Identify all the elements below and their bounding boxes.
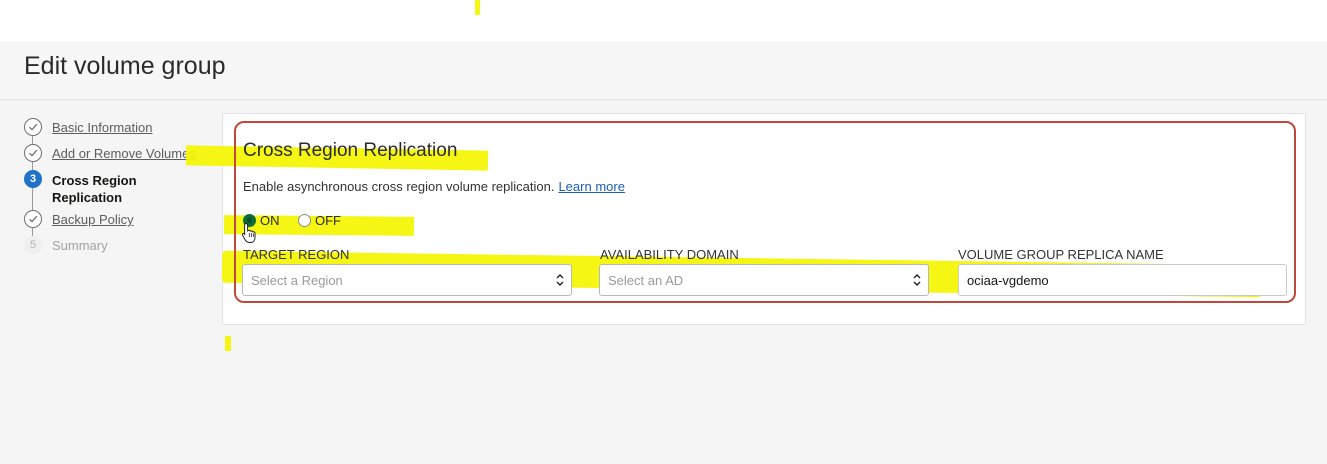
step-label: Summary <box>52 238 108 253</box>
step-number-badge: 3 <box>24 170 42 188</box>
page-title: Edit volume group <box>24 52 226 80</box>
check-icon <box>24 118 42 136</box>
check-icon <box>24 144 42 162</box>
page-header: Edit volume group <box>0 41 1327 100</box>
step-label: Cross Region Replication <box>52 173 137 205</box>
annotation-highlight <box>225 336 231 351</box>
step-label[interactable]: Basic Information <box>52 120 152 135</box>
step-label[interactable]: Add or Remove Volumes <box>52 146 196 161</box>
step-connector <box>32 228 33 236</box>
step-connector <box>32 162 33 170</box>
step-label[interactable]: Backup Policy <box>52 212 134 227</box>
check-icon <box>24 210 42 228</box>
annotation-highlight-top <box>475 0 480 15</box>
callout-box <box>234 121 1296 303</box>
top-strip <box>0 0 1327 41</box>
step-connector <box>32 136 33 144</box>
step-connector <box>32 188 33 210</box>
step-number-badge: 5 <box>24 236 42 254</box>
